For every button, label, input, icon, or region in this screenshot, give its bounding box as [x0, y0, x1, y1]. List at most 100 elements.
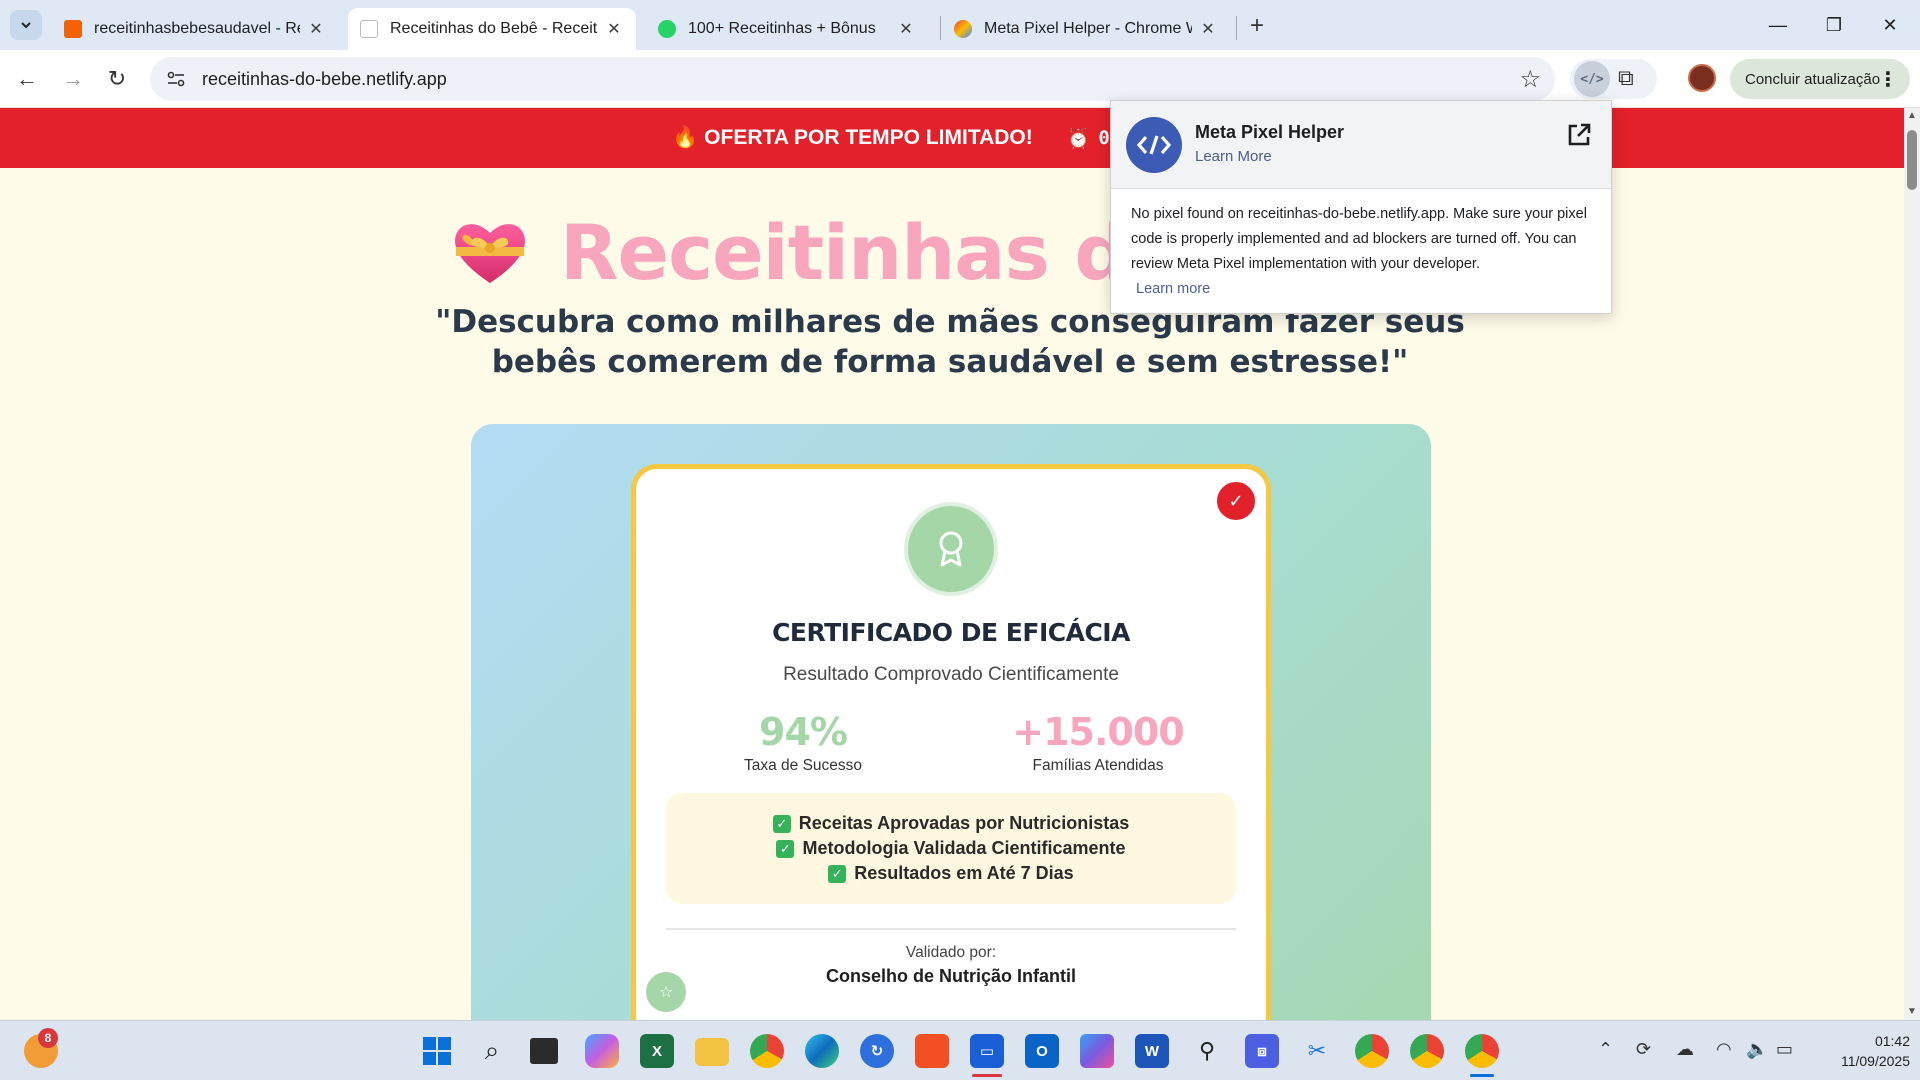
page-scrollbar[interactable]: ▲ ▼ — [1904, 108, 1920, 1020]
scrollbar-thumb[interactable] — [1907, 130, 1917, 190]
close-tab-icon[interactable]: ✕ — [896, 19, 916, 39]
list-item-text: Metodologia Validada Cientificamente — [802, 838, 1126, 858]
site-settings-icon[interactable] — [156, 59, 196, 99]
zoom-icon[interactable]: ▭ — [970, 1034, 1004, 1068]
list-item-text: Receitas Aprovadas por Nutricionistas — [798, 813, 1130, 833]
tab-meta-pixel-helper[interactable]: Meta Pixel Helper - Chrome We ✕ — [942, 8, 1230, 50]
outlook-icon[interactable]: O — [1025, 1034, 1059, 1068]
clock-date: 11/09/2025 — [1840, 1053, 1910, 1069]
validated-by-value: Conselho de Nutrição Infantil — [825, 966, 1076, 986]
tab-replit[interactable]: receitinhasbebesaudavel - Repli ✕ — [52, 8, 338, 50]
url-text: receitinhas-do-bebe.netlify.app — [202, 68, 447, 89]
tab-search-button[interactable] — [10, 10, 42, 40]
bookmark-star-icon[interactable]: ☆ — [1519, 65, 1541, 94]
stat-label: Taxa de Sucesso — [743, 757, 863, 774]
m365-icon[interactable] — [1080, 1034, 1114, 1068]
windows-taskbar: 8 ⌕ X ↻ ▭ O W ⚲ ⧈ ✂ ⌃ ⟳ ☁ ◠ 🔈 ▭ 01:42 11… — [0, 1020, 1920, 1080]
verified-check-icon: ✓ — [1215, 480, 1257, 522]
subheadline: "Descubra como milhares de mães consegui… — [435, 304, 1465, 380]
system-clock[interactable]: 01:42 11/09/2025 — [1810, 1031, 1910, 1071]
tab-strip: receitinhasbebesaudavel - Repli ✕ Receit… — [0, 0, 1920, 50]
new-tab-button[interactable]: + — [1242, 12, 1272, 40]
tab-separator — [940, 16, 941, 40]
notification-badge: 8 — [38, 1028, 58, 1048]
reload-button[interactable]: ↻ — [100, 62, 134, 96]
remote-desktop-icon[interactable]: ⧈ — [1245, 1034, 1279, 1068]
snipping-tool-icon[interactable]: ✂ — [1300, 1034, 1334, 1068]
checkbox-checked-icon: ✓ — [776, 839, 795, 858]
sync-icon[interactable]: ⟳ — [1636, 1039, 1651, 1060]
forward-button[interactable]: → — [56, 62, 90, 96]
word-icon[interactable]: W — [1135, 1034, 1169, 1068]
chrome-profile-icon[interactable] — [1355, 1034, 1389, 1068]
open-external-icon[interactable] — [1565, 121, 1593, 149]
battery-icon[interactable]: ▭ — [1776, 1039, 1793, 1060]
file-explorer-icon[interactable] — [695, 1038, 729, 1066]
star-icon: ☆ — [646, 972, 686, 1012]
code-brackets-icon — [1126, 117, 1182, 173]
minimize-button[interactable]: — — [1752, 8, 1804, 42]
excel-icon[interactable]: X — [640, 1034, 674, 1068]
popup-body-learn-more-link[interactable]: Learn more — [1136, 277, 1210, 302]
sync-app-icon[interactable]: ↻ — [860, 1034, 894, 1068]
headline-text: Receitinhas do — [560, 207, 1180, 297]
chrome-profile-icon[interactable] — [1410, 1034, 1444, 1068]
onedrive-error-icon[interactable]: ☁ — [1676, 1039, 1694, 1060]
close-tab-icon[interactable]: ✕ — [1198, 19, 1218, 39]
microsoft-store-icon[interactable] — [915, 1034, 949, 1068]
network-tool-icon[interactable]: ⚲ — [1190, 1034, 1224, 1068]
volume-icon[interactable]: 🔈 — [1746, 1039, 1768, 1060]
list-item-text: Resultados em Até 7 Dias — [854, 863, 1074, 883]
award-ribbon-icon — [904, 502, 998, 596]
back-button[interactable]: ← — [10, 62, 44, 96]
plus-icon: + — [1249, 12, 1264, 39]
extensions-puzzle-icon[interactable]: ⧉ — [1618, 65, 1634, 91]
update-button[interactable]: Concluir atualização ⋮ — [1730, 59, 1910, 99]
page-headline: Receitinhas do — [450, 202, 1180, 302]
tab-whatsapp-offer[interactable]: 100+ Receitinhas + Bônus ✕ — [646, 8, 928, 50]
popup-header: Meta Pixel Helper Learn More — [1111, 101, 1611, 189]
wifi-icon[interactable]: ◠ — [1716, 1039, 1732, 1060]
close-window-button[interactable]: ✕ — [1864, 8, 1916, 42]
popup-learn-more-link[interactable]: Learn More — [1195, 148, 1272, 165]
fire-icon: 🔥 — [672, 126, 699, 149]
minimize-icon: — — [1769, 14, 1787, 35]
replit-icon — [64, 20, 82, 38]
update-button-label: Concluir atualização — [1745, 70, 1881, 88]
active-app-indicator — [972, 1074, 1002, 1077]
copilot-icon[interactable] — [585, 1034, 619, 1068]
arrow-right-icon: → — [62, 66, 84, 91]
scroll-down-icon[interactable]: ▼ — [1906, 1006, 1918, 1017]
chrome-icon[interactable] — [750, 1034, 784, 1068]
address-bar[interactable]: receitinhas-do-bebe.netlify.app ☆ — [150, 57, 1555, 101]
chrome-profile-active-icon[interactable] — [1465, 1034, 1499, 1068]
close-icon: ✕ — [1882, 14, 1898, 35]
code-icon: </> — [1580, 71, 1604, 87]
profile-avatar[interactable] — [1688, 64, 1716, 92]
windows-start-icon[interactable] — [420, 1034, 454, 1068]
chevron-down-icon — [21, 22, 31, 29]
close-tab-icon[interactable]: ✕ — [306, 19, 326, 39]
close-tab-icon[interactable]: ✕ — [604, 19, 624, 39]
show-hidden-icons-icon[interactable]: ⌃ — [1598, 1039, 1613, 1060]
stat-success-rate: 94% Taxa de Sucesso — [663, 710, 943, 775]
popup-title: Meta Pixel Helper — [1195, 122, 1345, 142]
task-view-icon[interactable] — [530, 1038, 558, 1064]
tab-receitinhas[interactable]: Receitinhas do Bebê - Receitas ✕ — [348, 8, 636, 50]
stat-families: +15.000 Famílias Atendidas — [958, 710, 1238, 775]
restore-button[interactable]: ❐ — [1808, 8, 1860, 42]
checkbox-checked-icon: ✓ — [772, 814, 791, 833]
stat-value: +15.000 — [1012, 710, 1184, 754]
scroll-up-icon[interactable]: ▲ — [1906, 110, 1918, 121]
restore-icon: ❐ — [1825, 14, 1843, 35]
stat-value: 94% — [759, 710, 848, 754]
certificate-subtitle: Resultado Comprovado Cientificamente — [783, 664, 1119, 685]
validated-by-label: Validado por: — [905, 944, 997, 961]
meta-pixel-helper-extension-button[interactable]: </> — [1574, 61, 1610, 97]
certificate-title: CERTIFICADO DE EFICÁCIA — [772, 618, 1130, 647]
chrome-webstore-icon — [954, 20, 972, 38]
promo-banner: 🔥 OFERTA POR TEMPO LIMITADO! ⏰ 04:1 — [0, 108, 1904, 168]
edge-icon[interactable] — [805, 1034, 839, 1068]
more-menu-icon[interactable]: ⋮ — [1878, 67, 1898, 92]
search-icon[interactable]: ⌕ — [475, 1034, 509, 1068]
